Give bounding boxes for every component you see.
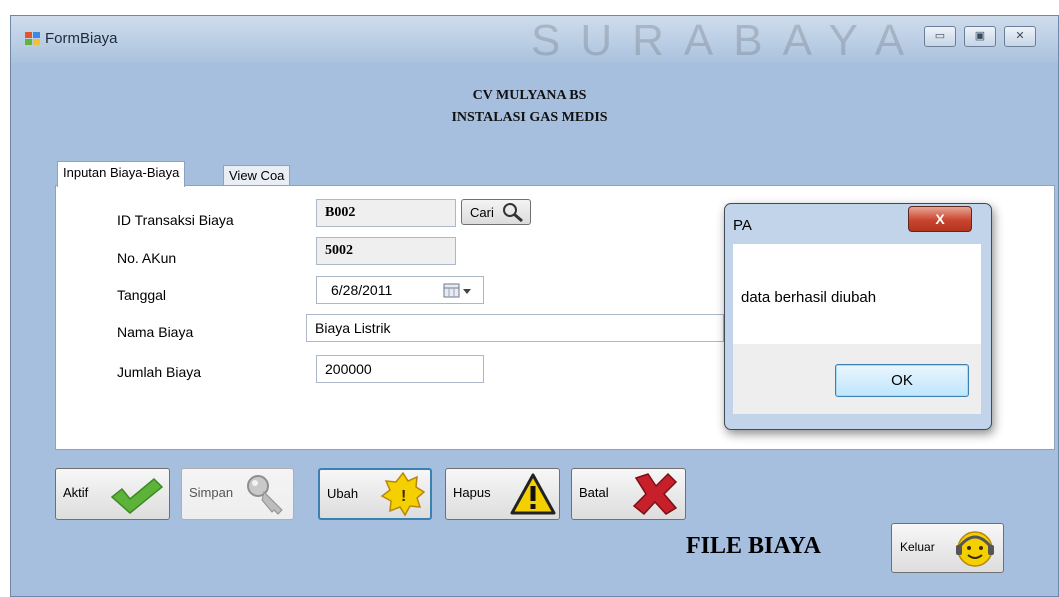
cari-button[interactable]: Cari (461, 199, 531, 225)
message-dialog: PA X data berhasil diubah OK (724, 203, 992, 430)
svg-text:!: ! (401, 488, 406, 505)
hapus-label: Hapus (453, 485, 491, 500)
keluar-label: Keluar (900, 540, 935, 554)
ubah-label: Ubah (327, 486, 359, 501)
dialog-ok-button[interactable]: OK (835, 364, 969, 397)
calendar-icon[interactable] (443, 283, 477, 299)
tanggal-label: Tanggal (117, 287, 167, 303)
batal-button[interactable]: Batal (571, 468, 686, 520)
close-button[interactable]: ✕ (1004, 26, 1036, 47)
app-form-icon (25, 32, 41, 46)
tab-view-coa[interactable]: View Coa (223, 165, 291, 187)
smiley-headset-icon (956, 531, 994, 567)
company-name: CV MULYANA BS (472, 88, 587, 103)
jumlah-biaya-field[interactable]: 200000 (316, 355, 484, 383)
no-akun-field[interactable]: 5002 (316, 237, 456, 265)
dialog-title: PA (733, 217, 752, 234)
watermark-text: SURABAYA (531, 16, 925, 65)
ubah-button[interactable]: Ubah ! (318, 468, 432, 520)
dialog-close-button[interactable]: X (908, 206, 972, 232)
check-icon (110, 477, 164, 514)
file-title: FILE BIAYA (686, 533, 821, 559)
magnifier-icon (503, 203, 523, 223)
jumlah-biaya-label: Jumlah Biaya (117, 364, 202, 380)
warning-triangle-icon (510, 473, 556, 515)
tanggal-value: 6/28/2011 (331, 282, 393, 298)
no-akun-label: No. AKun (117, 250, 177, 266)
nama-biaya-field[interactable]: Biaya Listrik (306, 314, 724, 342)
hapus-button[interactable]: Hapus (445, 468, 560, 520)
aktif-label: Aktif (63, 485, 89, 500)
dialog-body: data berhasil diubah (733, 244, 981, 344)
id-transaksi-field[interactable]: B002 (316, 199, 456, 227)
minimize-button[interactable]: ▭ (924, 26, 956, 47)
key-icon (247, 475, 283, 515)
window-title: FormBiaya (45, 30, 118, 47)
batal-label: Batal (579, 485, 609, 500)
simpan-label: Simpan (189, 485, 234, 500)
aktif-button[interactable]: Aktif (55, 468, 170, 520)
tab-inputan-biaya[interactable]: Inputan Biaya-Biaya (57, 161, 186, 187)
cari-label: Cari (470, 205, 494, 220)
tanggal-datepicker[interactable]: 6/28/2011 (316, 276, 484, 304)
red-x-icon (632, 472, 678, 516)
id-transaksi-label: ID Transaksi Biaya (117, 212, 234, 228)
title-bar[interactable]: FormBiaya SURABAYA ▭ ▣ ✕ (11, 16, 1058, 65)
gear-warning-icon: ! (380, 471, 426, 517)
nama-biaya-label: Nama Biaya (117, 324, 194, 340)
simpan-button[interactable]: Simpan (181, 468, 294, 520)
maximize-button[interactable]: ▣ (964, 26, 996, 47)
dialog-message: data berhasil diubah (741, 289, 877, 306)
keluar-button[interactable]: Keluar (891, 523, 1004, 573)
dialog-footer: OK (733, 344, 981, 414)
company-subtitle: INSTALASI GAS MEDIS (451, 110, 608, 125)
